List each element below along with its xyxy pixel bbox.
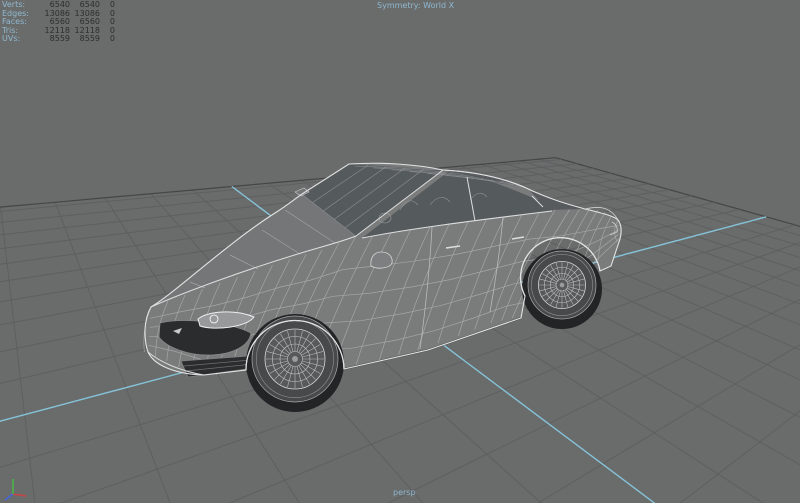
poly-count-selected: 8559 [70,35,100,44]
camera-name-label: persp [393,489,416,498]
z-axis-icon [5,494,13,500]
poly-count-row: UVs:855985590 [2,35,116,44]
poly-count-total: 8559 [32,35,70,44]
maya-perspective-viewport[interactable]: Verts:654065400Edges:13086130860Faces:65… [0,0,800,503]
poly-count-component: 0 [100,35,115,44]
poly-count-label: UVs: [2,35,32,44]
wheel [522,249,602,329]
viewport-canvas[interactable] [0,0,800,503]
symmetry-hud: Symmetry: World X [377,2,454,11]
poly-count-hud: Verts:654065400Edges:13086130860Faces:65… [2,1,116,44]
wheel [246,314,344,412]
symmetry-value: World X [423,1,454,10]
view-axis-gizmo [2,472,36,503]
symmetry-label: Symmetry: [377,1,421,10]
x-axis-icon [13,494,26,496]
